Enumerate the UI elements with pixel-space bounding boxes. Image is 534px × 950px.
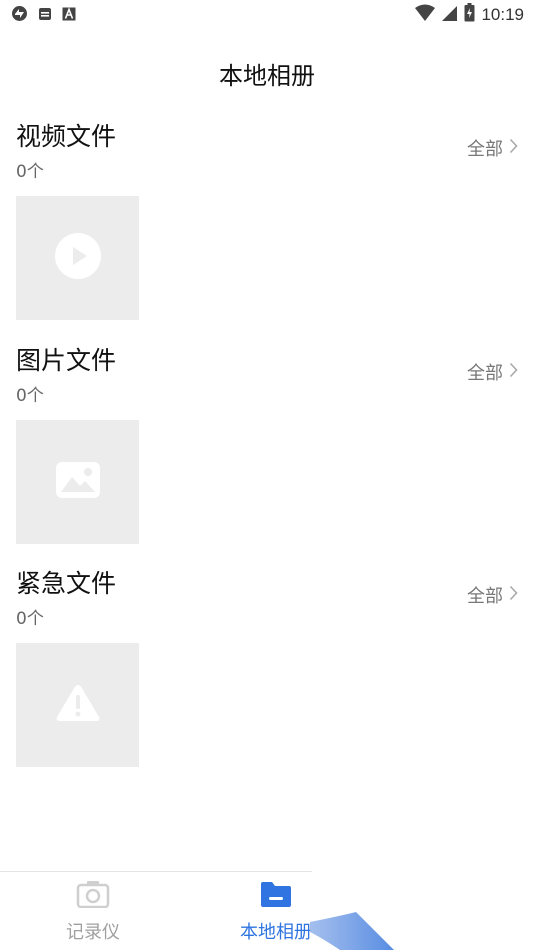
sync-icon [11, 5, 28, 22]
image-section: 图片文件 0个 全部 [0, 341, 534, 565]
image-icon [55, 462, 100, 502]
section-title: 紧急文件 [16, 569, 117, 598]
section-count: 0个 [16, 162, 44, 182]
section-count: 0个 [16, 609, 44, 629]
page-title: 本地相册 [219, 62, 315, 90]
font-icon [62, 6, 76, 21]
emergency-section: 紧急文件 0个 全部 [0, 564, 534, 788]
view-all-videos-button[interactable]: 全部 [467, 135, 518, 161]
view-all-label: 全部 [467, 586, 503, 607]
video-section: 视频文件 0个 全部 [0, 117, 534, 341]
warning-icon [55, 683, 101, 727]
status-time: 10:19 [481, 4, 524, 24]
sim-icon [38, 7, 52, 21]
swipe-highlight [310, 912, 394, 950]
bottom-nav: 记录仪 本地相册 [0, 871, 534, 950]
video-thumbnail[interactable] [16, 196, 139, 320]
cellular-icon [441, 4, 458, 26]
image-thumbnail[interactable] [16, 420, 139, 544]
chevron-right-icon [509, 585, 518, 606]
status-bar: 10:19 [0, 0, 534, 28]
wifi-icon [415, 4, 436, 26]
section-count: 0个 [16, 386, 44, 406]
play-icon [54, 233, 101, 283]
view-all-label: 全部 [467, 363, 503, 384]
view-all-emergency-button[interactable]: 全部 [467, 582, 518, 608]
folder-icon [260, 880, 292, 912]
chevron-right-icon [509, 362, 518, 383]
section-title: 视频文件 [16, 122, 117, 151]
battery-icon [464, 3, 475, 26]
nav-tab-recorder[interactable]: 记录仪 [0, 871, 186, 950]
camera-icon [76, 880, 110, 912]
view-all-label: 全部 [467, 139, 503, 160]
section-title: 图片文件 [16, 346, 117, 375]
emergency-thumbnail[interactable] [16, 643, 139, 767]
view-all-images-button[interactable]: 全部 [467, 359, 518, 385]
nav-label: 记录仪 [66, 922, 120, 943]
chevron-right-icon [509, 138, 518, 159]
